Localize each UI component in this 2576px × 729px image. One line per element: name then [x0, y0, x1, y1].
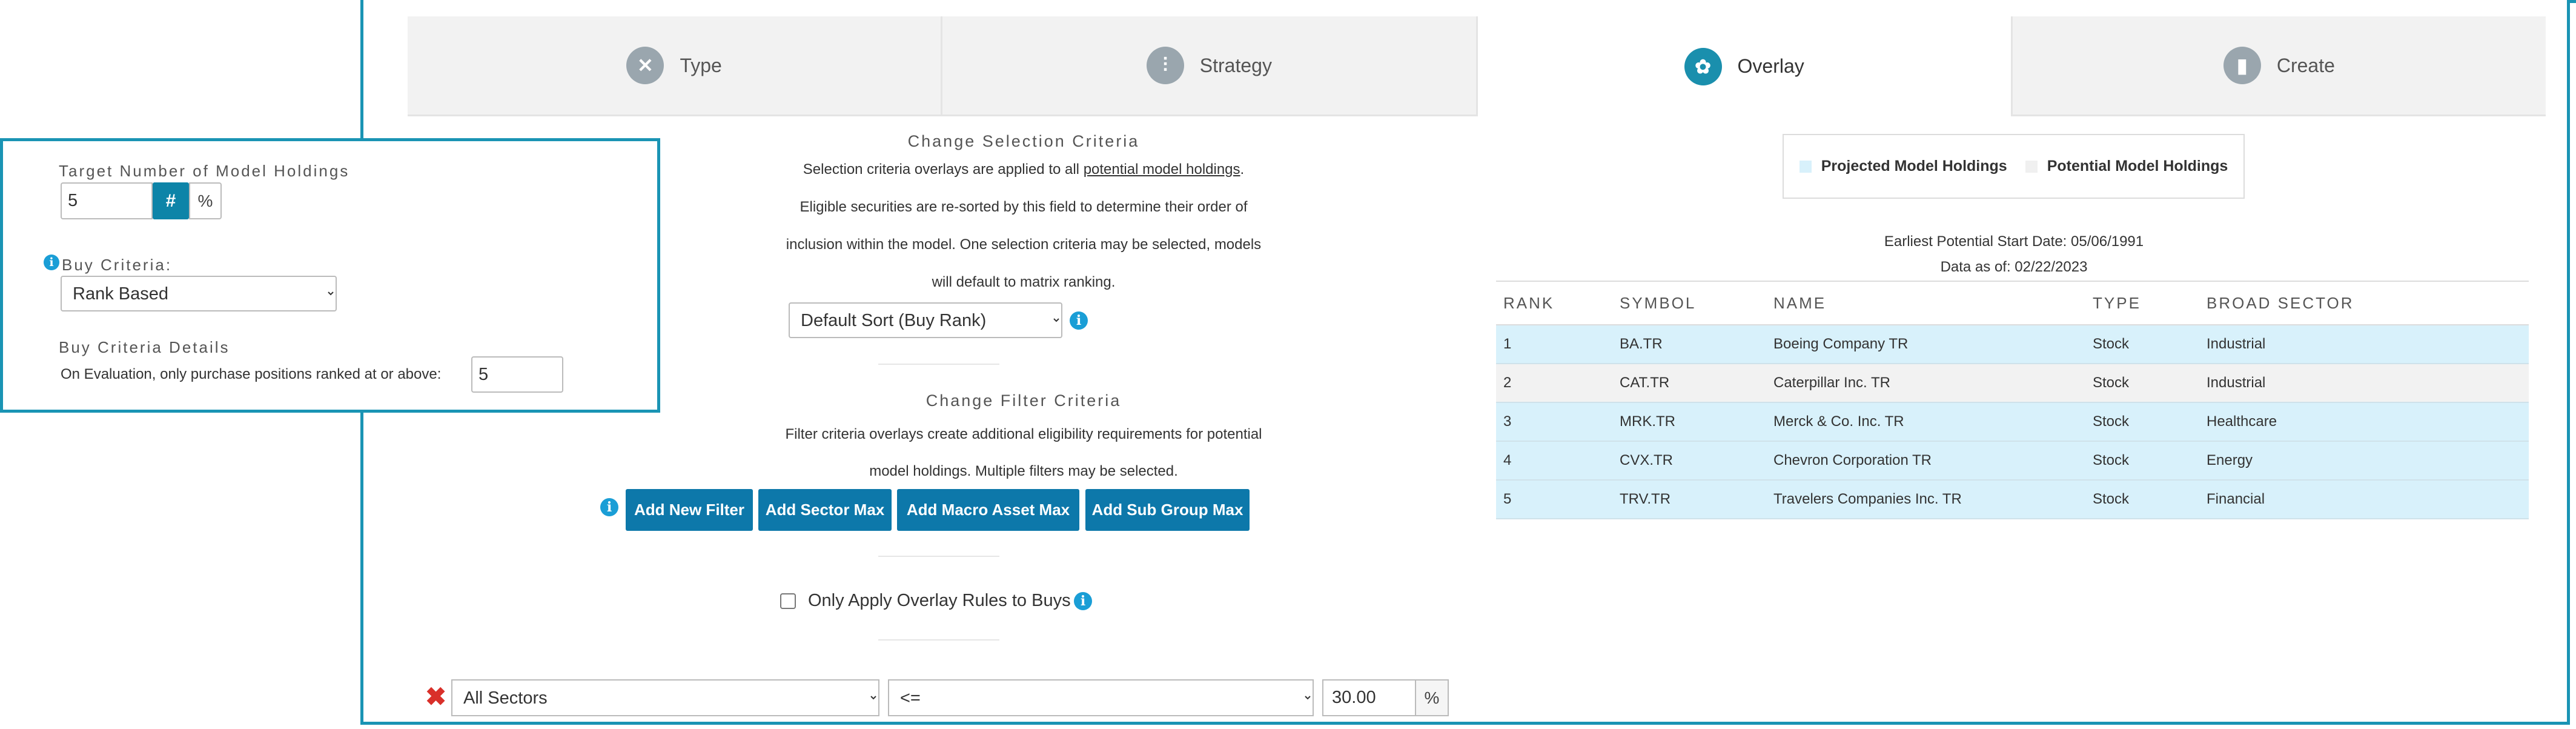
projected-swatch — [1799, 161, 1812, 173]
add-sub-group-max-button[interactable]: Add Sub Group Max — [1085, 489, 1250, 531]
tab-create[interactable]: ▮ Create — [2012, 16, 2546, 116]
buy-criteria-select[interactable]: Rank Based — [61, 276, 337, 311]
rank-threshold-input[interactable] — [471, 356, 563, 393]
divider — [878, 639, 999, 641]
selection-line-1-suffix: . — [1240, 161, 1245, 178]
cell-symbol: BA.TR — [1612, 325, 1766, 364]
cell-type: Stock — [2085, 441, 2199, 481]
legend-projected-label: Projected Model Holdings — [1821, 158, 2007, 175]
cell-name: Merck & Co. Inc. TR — [1766, 402, 2085, 442]
cell-type: Stock — [2085, 364, 2199, 403]
only-buys-checkbox[interactable] — [780, 593, 796, 609]
cell-name: Travelers Companies Inc. TR — [1766, 480, 2085, 519]
tab-type-label: Type — [680, 54, 722, 76]
cell-name: Caterpillar Inc. TR — [1766, 364, 2085, 403]
legend-projected: Projected Model Holdings — [1799, 158, 2007, 175]
cell-rank: 4 — [1496, 441, 1612, 481]
tab-strategy-label: Strategy — [1199, 54, 1272, 76]
filter-value-input[interactable] — [1322, 679, 1416, 716]
cell-type: Stock — [2085, 325, 2199, 364]
cell-sector: Industrial — [2199, 325, 2529, 364]
percent-addon: % — [1415, 679, 1449, 716]
operator-select[interactable]: <= — [888, 679, 1314, 716]
filter-info-icon[interactable]: i — [600, 498, 618, 516]
filter-line-2: model holdings. Multiple filters may be … — [869, 463, 1178, 479]
percent-mode-button[interactable]: % — [189, 182, 222, 219]
sort-select[interactable]: Default Sort (Buy Rank) — [789, 302, 1062, 338]
count-mode-button[interactable]: # — [153, 182, 189, 219]
cell-symbol: MRK.TR — [1612, 402, 1766, 442]
sector-select[interactable]: All Sectors — [451, 679, 879, 716]
start-date-text: Earliest Potential Start Date: 05/06/199… — [1884, 233, 2144, 250]
only-buys-info-icon[interactable]: i — [1074, 592, 1092, 610]
sort-info-icon[interactable]: i — [1070, 311, 1088, 330]
tab-strategy[interactable]: ⫶ Strategy — [942, 16, 1478, 116]
cell-name: Boeing Company TR — [1766, 325, 2085, 364]
cell-rank: 5 — [1496, 480, 1612, 519]
target-holdings-label: Target Number of Model Holdings — [59, 162, 350, 180]
sliders-icon: ⫶ — [1146, 47, 1184, 84]
buy-criteria-label: Buy Criteria: — [62, 256, 173, 274]
overlay-icon: ✿ — [1684, 47, 1722, 85]
filter-heading: Change Filter Criteria — [925, 391, 1122, 410]
tab-create-label: Create — [2276, 54, 2335, 76]
potential-holdings-link[interactable]: potential model holdings — [1084, 161, 1240, 178]
selection-line-1-prefix: Selection criteria overlays are applied … — [803, 161, 1084, 178]
table-row: 5 TRV.TR Travelers Companies Inc. TR Sto… — [1496, 480, 2529, 519]
table-row: 1 BA.TR Boeing Company TR Stock Industri… — [1496, 325, 2529, 364]
holdings-table: RANK SYMBOL NAME TYPE BROAD SECTOR 1 BA.… — [1496, 281, 2529, 519]
legend-potential-label: Potential Model Holdings — [2047, 158, 2228, 175]
cell-rank: 1 — [1496, 325, 1612, 364]
potential-swatch — [2025, 161, 2038, 173]
cell-symbol: CAT.TR — [1612, 364, 1766, 403]
cell-rank: 2 — [1496, 364, 1612, 403]
cell-name: Chevron Corporation TR — [1766, 441, 2085, 481]
cell-symbol: TRV.TR — [1612, 480, 1766, 519]
data-as-of-text: Data as of: 02/22/2023 — [1940, 259, 2088, 275]
selection-line-1: Selection criteria overlays are applied … — [654, 161, 1393, 178]
tab-overlay-label: Overlay — [1737, 55, 1804, 77]
cell-sector: Financial — [2199, 480, 2529, 519]
bar-chart-icon: ▮ — [2223, 47, 2261, 84]
cell-type: Stock — [2085, 402, 2199, 442]
cell-symbol: CVX.TR — [1612, 441, 1766, 481]
buy-criteria-details-text: On Evaluation, only purchase positions r… — [61, 366, 442, 382]
selection-line-2: Eligible securities are re-sorted by thi… — [800, 199, 1248, 215]
target-holdings-input[interactable] — [61, 182, 153, 219]
add-macro-asset-max-button[interactable]: Add Macro Asset Max — [897, 489, 1079, 531]
table-row: 2 CAT.TR Caterpillar Inc. TR Stock Indus… — [1496, 364, 2529, 403]
add-sector-max-button[interactable]: Add Sector Max — [758, 489, 892, 531]
tab-type[interactable]: ✕ Type — [408, 16, 943, 116]
filter-line-1: Filter criteria overlays create addition… — [785, 426, 1262, 442]
legend-potential: Potential Model Holdings — [2025, 158, 2228, 175]
cell-sector: Industrial — [2199, 364, 2529, 403]
header-type: TYPE — [2085, 281, 2199, 325]
wizard-tabs: ✕ Type ⫶ Strategy ✿ Overlay ▮ Create — [408, 16, 2546, 116]
cell-sector: Healthcare — [2199, 402, 2529, 442]
buy-criteria-details-label: Buy Criteria Details — [59, 338, 230, 356]
table-header-row: RANK SYMBOL NAME TYPE BROAD SECTOR — [1496, 281, 2529, 325]
selection-line-3: inclusion within the model. One selectio… — [786, 236, 1262, 253]
cell-rank: 3 — [1496, 402, 1612, 442]
header-symbol: SYMBOL — [1612, 281, 1766, 325]
table-row: 4 CVX.TR Chevron Corporation TR Stock En… — [1496, 441, 2529, 481]
add-new-filter-button[interactable]: Add New Filter — [626, 489, 753, 531]
header-name: NAME — [1766, 281, 2085, 325]
cell-sector: Energy — [2199, 441, 2529, 481]
buy-criteria-info-icon[interactable]: i — [44, 255, 59, 270]
buy-criteria-callout: Target Number of Model Holdings # % i Bu… — [0, 138, 660, 413]
holdings-legend: Projected Model Holdings Potential Model… — [1783, 134, 2245, 199]
selection-line-4: will default to matrix ranking. — [932, 274, 1116, 290]
tab-overlay[interactable]: ✿ Overlay — [1477, 16, 2013, 116]
header-rank: RANK — [1496, 281, 1612, 325]
table-row: 3 MRK.TR Merck & Co. Inc. TR Stock Healt… — [1496, 402, 2529, 442]
header-broad-sector: BROAD SECTOR — [2199, 281, 2529, 325]
selection-heading: Change Selection Criteria — [907, 132, 1140, 150]
only-buys-label: Only Apply Overlay Rules to Buys — [808, 591, 1071, 610]
divider — [878, 364, 999, 365]
divider — [878, 556, 999, 557]
wrench-icon: ✕ — [626, 47, 664, 84]
remove-filter-icon[interactable]: ✖ — [425, 684, 446, 710]
cell-type: Stock — [2085, 480, 2199, 519]
